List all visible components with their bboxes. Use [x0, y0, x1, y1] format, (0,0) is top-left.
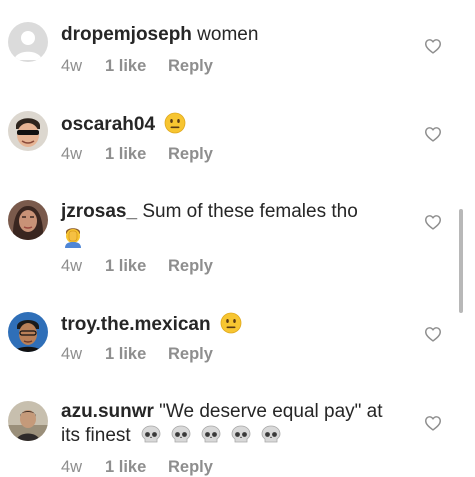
comment-username[interactable]: jzrosas_: [61, 201, 137, 222]
comment-meta: 4w 1 like Reply: [61, 57, 213, 76]
comment-timestamp: 4w: [61, 257, 83, 275]
comment-text-block: oscarah04: [61, 112, 406, 141]
comment-meta: 4w 1 like Reply: [61, 257, 213, 276]
comment-username[interactable]: dropemjoseph: [61, 24, 192, 45]
comment-timestamp: 4w: [61, 145, 83, 163]
comment-text-block: troy.the.mexican: [61, 312, 406, 341]
man-facepalming-emoji: [61, 224, 85, 255]
comment-timestamp: 4w: [61, 345, 83, 363]
comment-text-block: dropemjoseph women: [61, 23, 406, 47]
comment-username[interactable]: azu.sunwr: [61, 401, 154, 422]
comment-timestamp: 4w: [61, 458, 83, 476]
comment-timestamp: 4w: [61, 57, 83, 75]
comment-likes[interactable]: 1 like: [105, 145, 168, 164]
comment-text: Sum of these females tho: [137, 201, 358, 222]
comment-meta: 4w 1 like Reply: [61, 458, 213, 477]
comment-row: jzrosas_ Sum of these females tho 4w 1 li…: [0, 176, 475, 288]
comment-meta: 4w 1 like Reply: [61, 345, 213, 364]
avatar[interactable]: [8, 22, 48, 62]
heart-outline-icon[interactable]: [424, 326, 442, 342]
comment-likes[interactable]: 1 like: [105, 257, 168, 276]
comment-likes[interactable]: 1 like: [105, 345, 168, 364]
heart-outline-icon[interactable]: [424, 214, 442, 230]
avatar[interactable]: [8, 111, 48, 151]
comment-row: dropemjoseph women 4w 1 like Reply: [0, 0, 475, 88]
comment-text-block: jzrosas_ Sum of these females tho: [61, 200, 406, 255]
skull-emoji: [199, 425, 223, 452]
neutral-face-emoji: [164, 112, 186, 141]
avatar[interactable]: [8, 401, 48, 441]
reply-button[interactable]: Reply: [168, 57, 213, 76]
heart-outline-icon[interactable]: [424, 126, 442, 142]
reply-button[interactable]: Reply: [168, 145, 213, 164]
skull-emoji: [259, 425, 283, 452]
skull-emoji: [169, 425, 193, 452]
avatar[interactable]: [8, 312, 48, 352]
comment-username[interactable]: oscarah04: [61, 114, 155, 135]
reply-button[interactable]: Reply: [168, 458, 213, 477]
comment-row: troy.the.mexican 4w 1 like Reply: [0, 288, 475, 376]
comment-row: oscarah04 4w 1 like Reply: [0, 88, 475, 176]
comment-username[interactable]: troy.the.mexican: [61, 314, 211, 335]
heart-outline-icon[interactable]: [424, 38, 442, 54]
comment-text: [211, 314, 216, 335]
comment-meta: 4w 1 like Reply: [61, 145, 213, 164]
scrollbar[interactable]: [459, 209, 463, 313]
heart-outline-icon[interactable]: [424, 415, 442, 431]
comment-text: women: [191, 24, 259, 45]
avatar[interactable]: [8, 200, 48, 240]
skull-emoji: [139, 425, 163, 452]
reply-button[interactable]: Reply: [168, 257, 213, 276]
neutral-face-emoji: [220, 312, 242, 341]
comment-text-block: azu.sunwr "We deserve equal pay" at its …: [61, 400, 406, 452]
comment-likes[interactable]: 1 like: [105, 458, 168, 477]
comment-text: [155, 114, 160, 135]
comment-likes[interactable]: 1 like: [105, 57, 168, 76]
comment-row: azu.sunwr "We deserve equal pay" at its …: [0, 376, 475, 476]
skull-emoji: [229, 425, 253, 452]
reply-button[interactable]: Reply: [168, 345, 213, 364]
